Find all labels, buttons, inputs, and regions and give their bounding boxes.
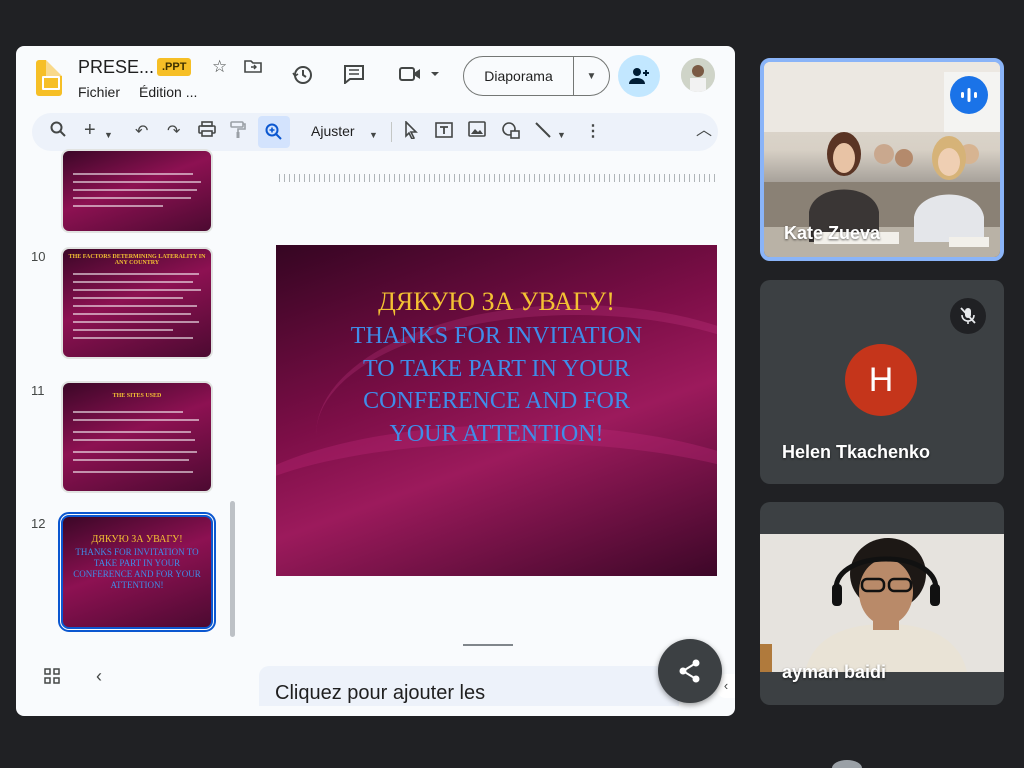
chevron-down-icon[interactable]: ▼	[104, 124, 113, 146]
slide-number: 12	[31, 516, 46, 531]
participant-tile-kate[interactable]: Kate Zueva	[760, 58, 1004, 261]
speaker-notes-placeholder: Cliquez pour ajouter les	[275, 682, 486, 704]
slide-filmstrip: 10 THE FACTORS DETERMINING LATERALITY IN…	[16, 149, 256, 671]
share-button[interactable]	[658, 639, 722, 703]
star-icon[interactable]: ☆	[212, 57, 227, 77]
slide-thumbnail-9[interactable]	[61, 149, 213, 233]
zoom-button[interactable]	[258, 116, 290, 148]
participant-tile-ayman[interactable]: ayman baidi	[760, 502, 1004, 705]
zoom-icon	[265, 123, 282, 140]
more-options-icon[interactable]: ⋮	[585, 121, 601, 143]
text-box-icon[interactable]	[434, 121, 454, 146]
speaker-notes[interactable]: Cliquez pour ajouter les	[259, 666, 679, 706]
comments-icon[interactable]	[343, 64, 365, 89]
mic-off-icon	[950, 298, 986, 334]
slide-body-line: YOUR ATTENTION!	[389, 420, 604, 447]
slide-number: 11	[31, 383, 45, 398]
slides-logo-icon[interactable]	[36, 60, 62, 96]
slide-number: 10	[31, 249, 46, 264]
chevron-down-icon[interactable]: ▼	[557, 124, 566, 146]
participant-name: ayman baidi	[782, 662, 887, 682]
thumbnail-body: THANKS FOR INVITATION TO TAKE PART IN YO…	[73, 547, 201, 590]
toolbar: + ▼ ↶ ↷ Ajuster ▼ ▼ ⋮ ︿	[32, 113, 718, 151]
chevron-down-icon[interactable]: ▼	[574, 71, 609, 82]
horizontal-ruler	[279, 174, 716, 182]
move-folder-icon[interactable]	[244, 58, 262, 79]
slide-body-line: CONFERENCE AND FOR	[363, 388, 630, 414]
slide-canvas[interactable]: ДЯКУЮ ЗА УВАГУ! THANKS FOR INVITATION TO…	[276, 245, 717, 576]
print-icon[interactable]	[198, 121, 216, 144]
participant-name: Helen Tkachenko	[782, 442, 931, 462]
share-icon	[679, 659, 700, 683]
meeting-control-button[interactable]	[832, 760, 862, 768]
zoom-fit-select[interactable]: Ajuster	[311, 123, 355, 139]
notes-resize-handle[interactable]	[463, 644, 513, 646]
participant-video	[760, 534, 1004, 672]
slide-body-line: TO TAKE PART IN YOUR	[363, 355, 630, 382]
slide-title[interactable]: ДЯКУЮ ЗА УВАГУ!	[276, 287, 717, 317]
slide-thumbnail-12-selected[interactable]: ДЯКУЮ ЗА УВАГУ! THANKS FOR INVITATION TO…	[58, 512, 216, 632]
slide-thumbnail-10[interactable]: THE FACTORS DETERMINING LATERALITY IN AN…	[61, 247, 213, 359]
insert-image-icon[interactable]	[468, 121, 486, 144]
search-menus-icon[interactable]	[50, 121, 66, 144]
undo-icon[interactable]: ↶	[135, 121, 148, 143]
document-title[interactable]: PRESE...	[78, 57, 154, 78]
menu-file[interactable]: Fichier	[78, 84, 120, 100]
participant-name: Kate Zueva	[784, 223, 881, 243]
slides-window: PRESE... .PPT ☆ Fichier Édition ... Diap…	[16, 46, 735, 716]
participant-avatar: H	[845, 344, 917, 416]
add-people-button[interactable]	[618, 55, 660, 97]
chevron-left-icon[interactable]: ‹	[96, 666, 102, 687]
slideshow-button[interactable]: Diaporama ▼	[463, 56, 610, 96]
account-avatar[interactable]	[681, 58, 715, 92]
thumbnail-title: THE FACTORS DETERMINING LATERALITY IN AN…	[68, 254, 206, 266]
slide-body-text[interactable]: THANKS FOR INVITATION TO TAKE PART IN YO…	[316, 320, 677, 450]
participant-tile-helen[interactable]: H Helen Tkachenko	[760, 280, 1004, 484]
person-add-icon	[629, 68, 649, 84]
line-icon[interactable]	[534, 121, 552, 146]
toolbar-divider	[391, 122, 392, 142]
shape-icon[interactable]	[501, 121, 521, 146]
paint-format-icon[interactable]	[230, 121, 246, 146]
menu-edit[interactable]: Édition ...	[139, 84, 197, 100]
file-format-badge: .PPT	[157, 58, 192, 76]
new-slide-icon[interactable]: +	[84, 119, 96, 141]
slide-thumbnail-11[interactable]: THE SITES USED	[61, 381, 213, 493]
thumbnail-title: ДЯКУЮ ЗА УВАГУ!	[91, 534, 183, 545]
version-history-icon[interactable]	[292, 64, 314, 91]
slideshow-label[interactable]: Diaporama	[464, 57, 574, 95]
meet-video-icon[interactable]	[399, 64, 439, 89]
filmstrip-scrollbar[interactable]	[230, 501, 235, 637]
redo-icon[interactable]: ↷	[167, 121, 180, 143]
speaking-indicator-icon	[950, 76, 988, 114]
select-cursor-icon[interactable]	[404, 120, 418, 146]
chevron-down-icon[interactable]: ▼	[369, 124, 378, 146]
slide-body-line: THANKS FOR INVITATION	[350, 323, 643, 349]
thumbnail-title: THE SITES USED	[112, 393, 162, 399]
grid-view-icon[interactable]	[44, 668, 60, 689]
collapse-toolbar-icon[interactable]: ︿	[696, 120, 712, 142]
